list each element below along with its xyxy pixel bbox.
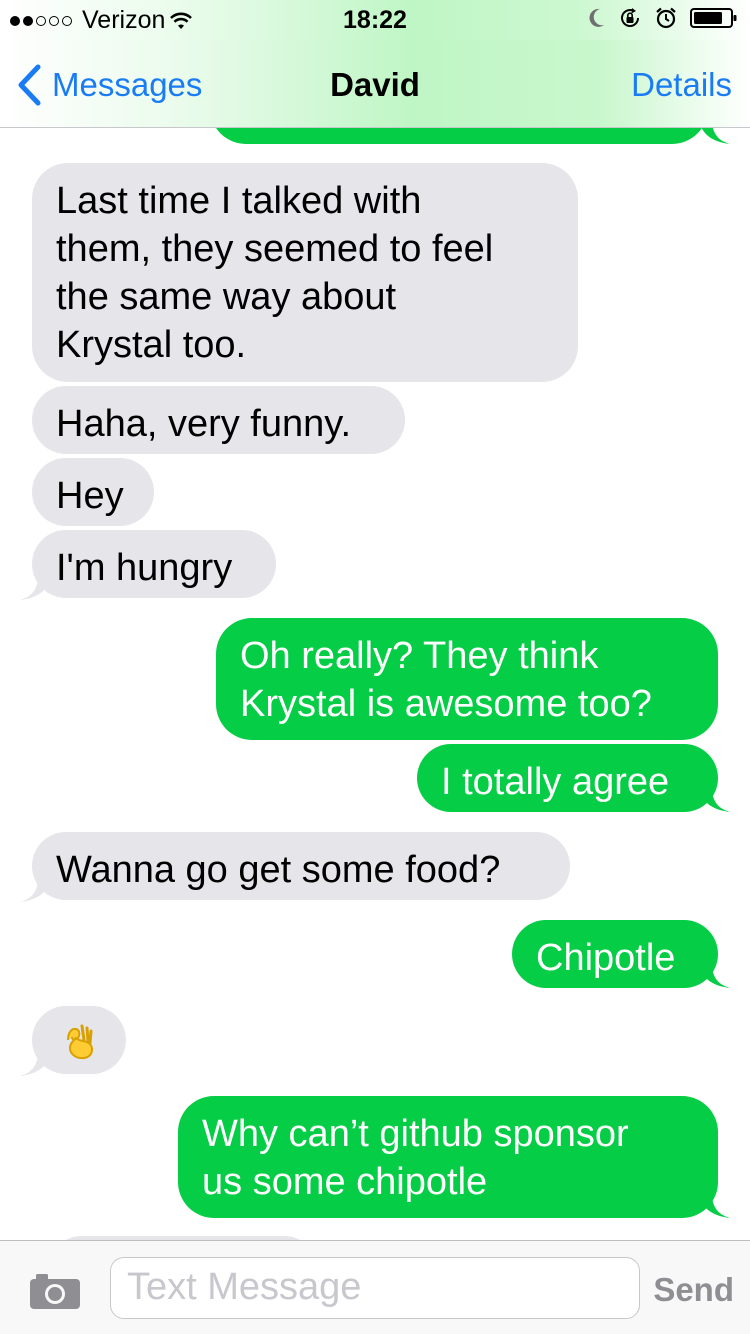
battery-icon xyxy=(690,8,737,28)
bubble-tail xyxy=(700,968,730,988)
bubble-tail xyxy=(20,1056,50,1076)
message-text-line: them, they seemed to feel xyxy=(56,228,494,270)
sent-message-bubble[interactable]: I totally agree xyxy=(417,744,718,812)
bubble-tail xyxy=(20,882,50,902)
message-text-line: Last time I talked with xyxy=(56,180,422,222)
rotation-lock-icon xyxy=(621,8,639,27)
message-text-line: Krystal too. xyxy=(56,324,247,366)
message-input-field[interactable]: Text Message xyxy=(110,1257,640,1319)
message-input-bar: Text Message Send xyxy=(0,1240,750,1334)
bubble-tail xyxy=(701,128,730,144)
bubble-tail xyxy=(20,580,50,600)
ok-hand-emoji-icon xyxy=(67,1024,93,1060)
message-text-line: the same way about xyxy=(56,276,397,318)
sent-message-bubble[interactable]: Oh really? They think Krystal is awesome… xyxy=(216,618,718,740)
message-text-line: us some chipotle xyxy=(202,1161,488,1203)
bubble-tail xyxy=(700,792,730,812)
message-text-line: Why can’t github sponsor xyxy=(202,1113,629,1155)
message-text: Wanna go get some food? xyxy=(56,849,501,891)
navigation-bar: Messages David Details xyxy=(0,40,750,128)
camera-icon[interactable] xyxy=(28,1271,82,1311)
message-text: Hey xyxy=(56,475,124,517)
sent-message-bubble[interactable] xyxy=(210,128,708,144)
received-message-bubble[interactable]: Hey xyxy=(32,458,154,526)
details-button[interactable]: Details xyxy=(631,66,732,104)
message-text-line: Oh really? They think xyxy=(240,635,599,677)
received-message-bubble[interactable]: Haha, very funny. xyxy=(32,386,405,454)
message-text: I'm hungry xyxy=(56,547,233,589)
send-button[interactable]: Send xyxy=(653,1271,734,1309)
message-text-line: Krystal is awesome too? xyxy=(240,683,652,725)
received-message-bubble[interactable]: Last time I talked with them, they seeme… xyxy=(32,163,578,382)
sent-message-bubble[interactable]: Why can’t github sponsor us some chipotl… xyxy=(178,1096,718,1218)
message-text: Chipotle xyxy=(536,937,676,979)
bubble-tail xyxy=(700,1198,730,1218)
message-text: I totally agree xyxy=(441,761,670,803)
message-thread[interactable]: Last time I talked with them, they seeme… xyxy=(0,128,750,1240)
moon-icon xyxy=(589,8,604,27)
message-text: Haha, very funny. xyxy=(56,403,352,445)
received-message-bubble[interactable]: Wanna go get some food? xyxy=(32,832,570,900)
status-right xyxy=(588,6,738,30)
status-bar: Verizon 18:22 xyxy=(0,0,750,40)
sent-message-bubble[interactable]: Chipotle xyxy=(512,920,718,988)
received-message-bubble[interactable]: I'm hungry xyxy=(32,530,276,598)
alarm-icon xyxy=(656,7,676,29)
